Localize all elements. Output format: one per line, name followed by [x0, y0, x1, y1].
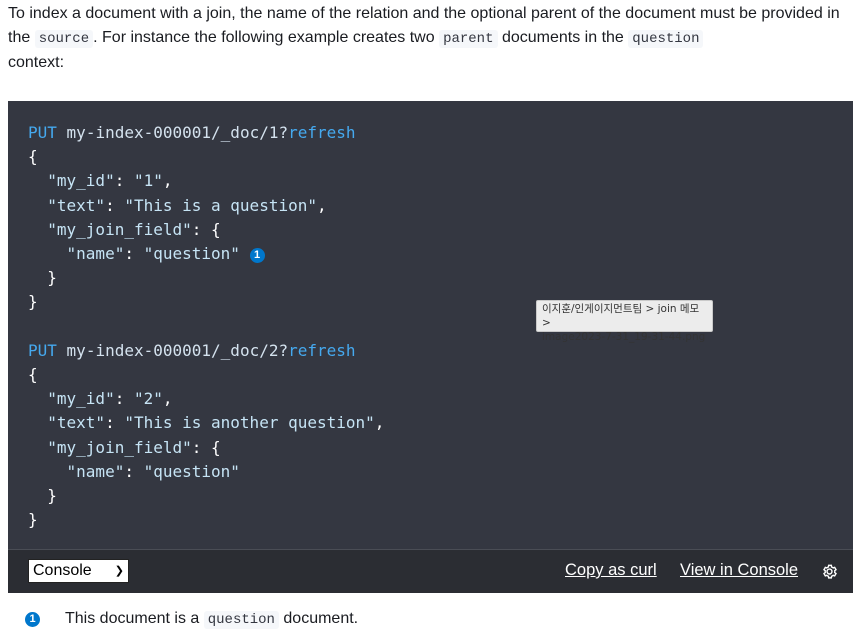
json-value: "question" [143, 244, 240, 264]
json-value: "question" [143, 461, 240, 481]
select-value: Console [33, 562, 92, 579]
json-value: "1" [133, 171, 163, 191]
inline-code-question: question [203, 611, 279, 629]
gear-icon[interactable] [821, 563, 838, 580]
json-value: "2" [133, 389, 163, 409]
image-path-tooltip: 이지훈/인게이지먼트팀 > join 메모 > image2023-7-31_1… [536, 300, 713, 343]
json-key: "my_id" [47, 171, 115, 191]
json-key: "my_id" [47, 389, 115, 409]
code-toolbar: Console ❯ Copy as curl View in Console [8, 549, 853, 593]
http-method: PUT [28, 340, 57, 360]
json-key: "name" [66, 244, 125, 264]
footnote-text-part: This document is a [65, 610, 200, 627]
inline-code-source: source [34, 30, 94, 48]
intro-text: context: [8, 54, 65, 71]
footnote-text: This document is a question document. [65, 606, 358, 633]
callout-footnote: 1 This document is a question document. [22, 606, 842, 632]
view-in-console-link[interactable]: View in Console [680, 561, 798, 580]
request-path: my-index-000001/_doc/1? [66, 123, 289, 142]
http-method: PUT [28, 123, 57, 142]
tooltip-line: image2023-7-31_19-31-44.png [542, 331, 706, 343]
intro-text: . For instance the following example cre… [93, 29, 435, 46]
brace: } [47, 268, 57, 288]
json-value: "This is a question" [124, 195, 317, 215]
intro-paragraph: To index a document with a join, the nam… [8, 2, 848, 75]
tooltip-line: 이지훈/인게이지먼트팀 > join 메모 > [542, 303, 700, 329]
code-block: PUT my-index-000001/_doc/1?refresh { "my… [8, 101, 853, 592]
chevron-down-icon: ❯ [114, 565, 124, 577]
request-param: refresh [288, 340, 356, 360]
console-select[interactable]: Console ❯ [28, 559, 129, 583]
brace: } [28, 510, 38, 530]
inline-code-parent: parent [439, 30, 498, 48]
inline-code-question: question [628, 30, 704, 48]
code-listing: PUT my-index-000001/_doc/1?refresh { "my… [28, 123, 385, 530]
callout-marker: 1 [25, 612, 40, 627]
json-key: "text" [47, 413, 106, 433]
json-key: "my_join_field" [47, 219, 192, 239]
intro-text: documents in the [501, 29, 624, 46]
json-key: "name" [66, 461, 125, 481]
copy-as-curl-link[interactable]: Copy as curl [565, 561, 657, 580]
request-param: refresh [288, 123, 356, 142]
json-key: "my_join_field" [47, 437, 192, 457]
brace: } [47, 486, 57, 506]
brace: { [28, 365, 38, 385]
footnote-text-part: document. [283, 610, 359, 627]
brace: { [28, 147, 38, 167]
request-path: my-index-000001/_doc/2? [66, 340, 289, 360]
brace: } [28, 292, 38, 312]
json-value: "This is another question" [124, 413, 375, 433]
json-key: "text" [47, 195, 106, 215]
callout-marker[interactable]: 1 [249, 248, 265, 264]
